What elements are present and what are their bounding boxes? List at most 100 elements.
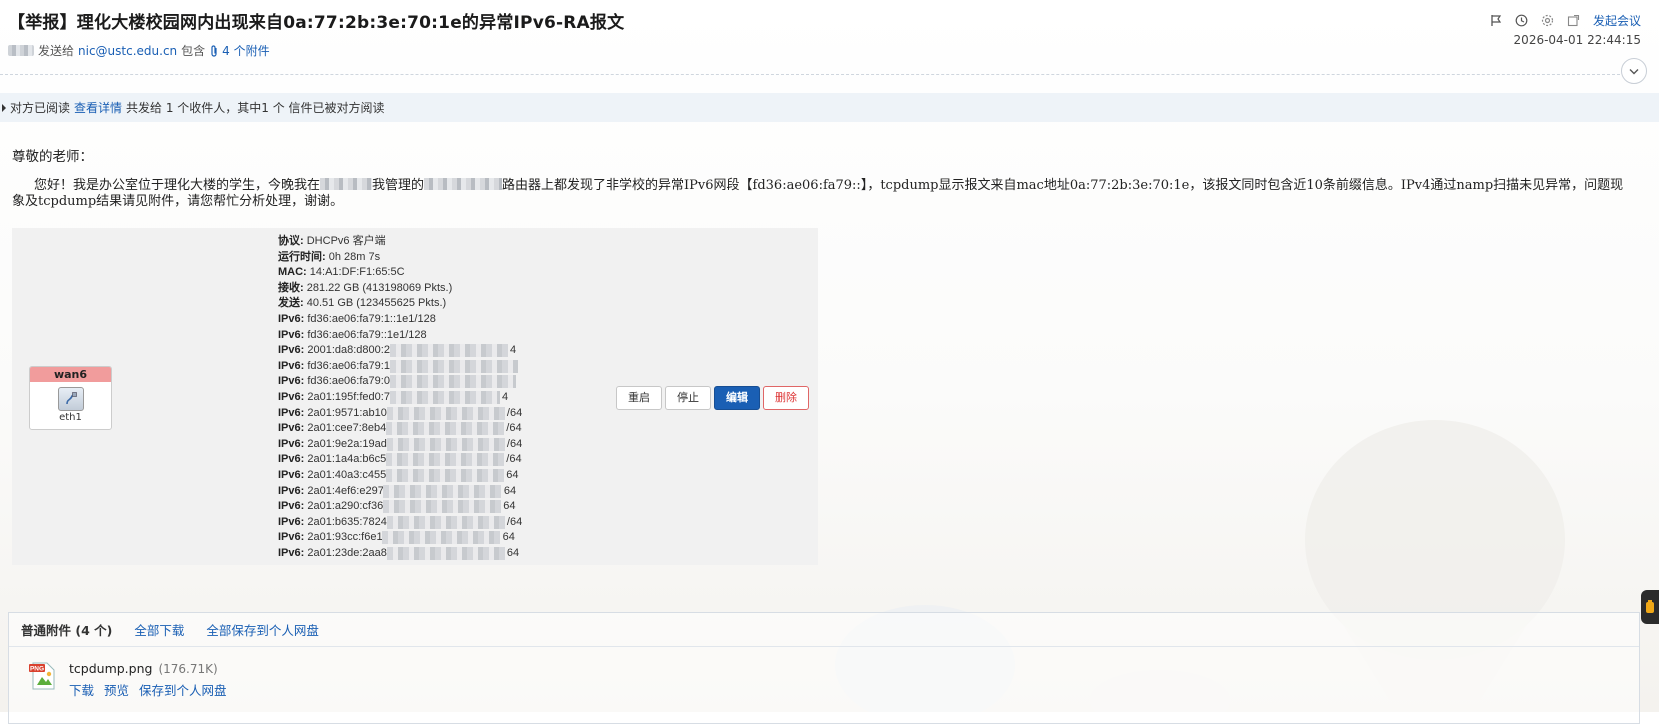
redacted-address — [387, 406, 505, 420]
detail-value: 2a01:23de:2aa8 — [307, 546, 387, 559]
body-text-1: 您好！我是办公室位于理化大楼的学生，今晚我在 — [34, 178, 321, 193]
attachment-download-link[interactable]: 下载 — [69, 680, 94, 699]
detail-row: MAC: 14:A1:DF:F1:65:5C — [278, 265, 522, 281]
detail-value-tail: 64 — [503, 500, 516, 513]
detail-value-tail: /64 — [506, 453, 522, 466]
flag-icon[interactable] — [1489, 14, 1503, 28]
save-all-link[interactable]: 全部保存到个人网盘 — [206, 620, 319, 639]
detail-row: IPv6: 2a01:1a4a:b6c5/64 — [278, 452, 522, 468]
read-summary-text: 共发给 1 个收件人，其中1 个 信件已被对方阅读 — [126, 101, 385, 115]
redacted-address — [390, 375, 516, 389]
detail-row: IPv6: 2a01:9e2a:19ad/64 — [278, 437, 522, 453]
detail-key: 发送: — [278, 297, 304, 310]
paperclip-icon — [211, 44, 217, 57]
email-subject: 【举报】理化大楼校园网内出现来自0a:77:2b:3e:70:1e的异常IPv6… — [8, 13, 625, 33]
detail-row: IPv6: fd36:ae06:fa79::1e1/128 — [278, 328, 522, 344]
png-badge: PNG — [30, 666, 44, 673]
png-file-icon[interactable]: PNG — [29, 661, 57, 691]
detail-row: IPv6: fd36:ae06:fa79:1 — [278, 359, 522, 375]
detail-value: DHCPv6 客户端 — [306, 235, 386, 247]
settings-icon[interactable] — [1541, 14, 1555, 28]
attachments-link-label: 4 个附件 — [222, 44, 270, 58]
greeting: 尊敬的老师： — [12, 149, 93, 165]
interface-details: 协议: DHCPv6 客户端 运行时间: 0h 28m 7s MAC: 14:A1:… — [278, 234, 522, 561]
embedded-router-screenshot[interactable]: wan6 eth1 协议: DHCPv6 客户端 运行时间: 0h 28m 7s M… — [12, 228, 818, 565]
detail-value: 2a01:9e2a:19ad — [307, 437, 387, 450]
redacted-address — [383, 484, 501, 498]
delete-button[interactable]: 删除 — [763, 386, 809, 410]
redacted-sender — [8, 45, 34, 56]
detail-value-tail: /64 — [506, 422, 522, 435]
detail-value-tail: 64 — [506, 468, 519, 481]
export-icon[interactable] — [1567, 14, 1581, 28]
read-details-link[interactable]: 查看详情 — [74, 99, 122, 116]
launch-meeting-link[interactable]: 发起会议 — [1593, 12, 1641, 29]
detail-row: IPv6: 2a01:9571:ab10/64 — [278, 406, 522, 422]
caret-right-icon — [2, 103, 6, 112]
detail-value: 2a01:9571:ab10 — [307, 406, 387, 419]
detail-value-tail: 4 — [501, 390, 509, 403]
attachments-title: 普通附件 (4 个) — [21, 623, 113, 638]
detail-row: IPv6: fd36:ae06:fa79:0 — [278, 374, 522, 390]
detail-key: IPv6: — [278, 422, 305, 435]
sent-to-label: 发送给 — [38, 44, 75, 58]
redacted-address — [390, 359, 518, 373]
attachment-name[interactable]: tcpdump.png — [69, 661, 152, 676]
detail-row: IPv6: 2a01:a290:cf36 64 — [278, 499, 522, 515]
body-text-2: 我管理的 — [372, 178, 425, 193]
detail-row: 接收: 281.22 GB (413198069 Pkts.) — [278, 281, 522, 297]
detail-row: IPv6: 2a01:b635:7824/64 — [278, 515, 522, 531]
detail-key: IPv6: — [278, 453, 305, 466]
detail-row: IPv6: 2001:da8:d800:2 4 — [278, 343, 522, 359]
attachments-panel: 普通附件 (4 个) 全部下载 全部保存到个人网盘 PNG tcpdump.pn… — [8, 612, 1640, 724]
detail-value: 281.22 GB (413198069 Pkts.) — [306, 281, 453, 294]
redacted-address — [387, 515, 505, 529]
redacted-address — [390, 344, 508, 358]
detail-row: IPv6: 2a01:40a3:c455 64 — [278, 468, 522, 484]
redacted-address — [387, 437, 505, 451]
attachments-header: 普通附件 (4 个) 全部下载 全部保存到个人网盘 — [9, 613, 1639, 647]
attachment-preview-link[interactable]: 预览 — [104, 680, 129, 699]
detail-value: 14:A1:DF:F1:65:5C — [309, 266, 405, 279]
detail-key: IPv6: — [278, 375, 305, 388]
clock-icon[interactable] — [1515, 14, 1529, 28]
sender-line: 发送给 nic@ustc.edu.cn 包含 4 个附件 — [8, 42, 270, 59]
detail-value: fd36:ae06:fa79:1 — [307, 359, 390, 372]
network-port-icon — [57, 387, 84, 411]
detail-value: 2a01:b635:7824 — [307, 515, 387, 528]
detail-row: IPv6: 2a01:195f:fed0:7 4 — [278, 390, 522, 406]
redacted-address — [386, 453, 504, 467]
restart-button[interactable]: 重启 — [616, 386, 662, 410]
side-tab-button[interactable] — [1641, 590, 1659, 624]
interface-device: eth1 — [59, 412, 82, 423]
expand-header-button[interactable] — [1621, 58, 1647, 84]
recipient-link[interactable]: nic@ustc.edu.cn — [78, 44, 177, 58]
detail-key: IPv6: — [278, 344, 305, 357]
detail-value-tail: 64 — [503, 484, 517, 497]
email-datetime: 2026-04-01 22:44:15 — [1513, 33, 1641, 47]
detail-key: IPv6: — [278, 468, 305, 481]
detail-value: 2a01:cee7:8eb4 — [307, 422, 387, 435]
detail-key: IPv6: — [278, 437, 305, 450]
detail-key: MAC: — [278, 266, 307, 279]
stop-button[interactable]: 停止 — [665, 386, 711, 410]
redacted-address — [382, 531, 500, 545]
detail-value-tail: 64 — [506, 546, 520, 559]
interface-name: wan6 — [30, 367, 111, 382]
detail-value-tail: /64 — [506, 515, 523, 528]
redacted-address — [383, 500, 501, 514]
redacted-router — [424, 178, 503, 190]
detail-key: 协议: — [278, 235, 304, 247]
detail-value: 2a01:93cc:f6e1 — [307, 531, 383, 544]
interface-card: wan6 eth1 — [29, 366, 112, 430]
detail-value-tail: 64 — [502, 531, 515, 544]
download-all-link[interactable]: 全部下载 — [134, 620, 184, 639]
detail-key: 运行时间: — [278, 250, 326, 263]
contains-label: 包含 — [181, 44, 206, 58]
attachment-save-link[interactable]: 保存到个人网盘 — [139, 680, 227, 699]
attachments-jump-link[interactable]: 4 个附件 — [209, 42, 270, 59]
redacted-address — [390, 390, 500, 404]
detail-key: IPv6: — [278, 390, 305, 403]
edit-button[interactable]: 编辑 — [714, 386, 760, 410]
detail-key: 接收: — [278, 281, 304, 294]
